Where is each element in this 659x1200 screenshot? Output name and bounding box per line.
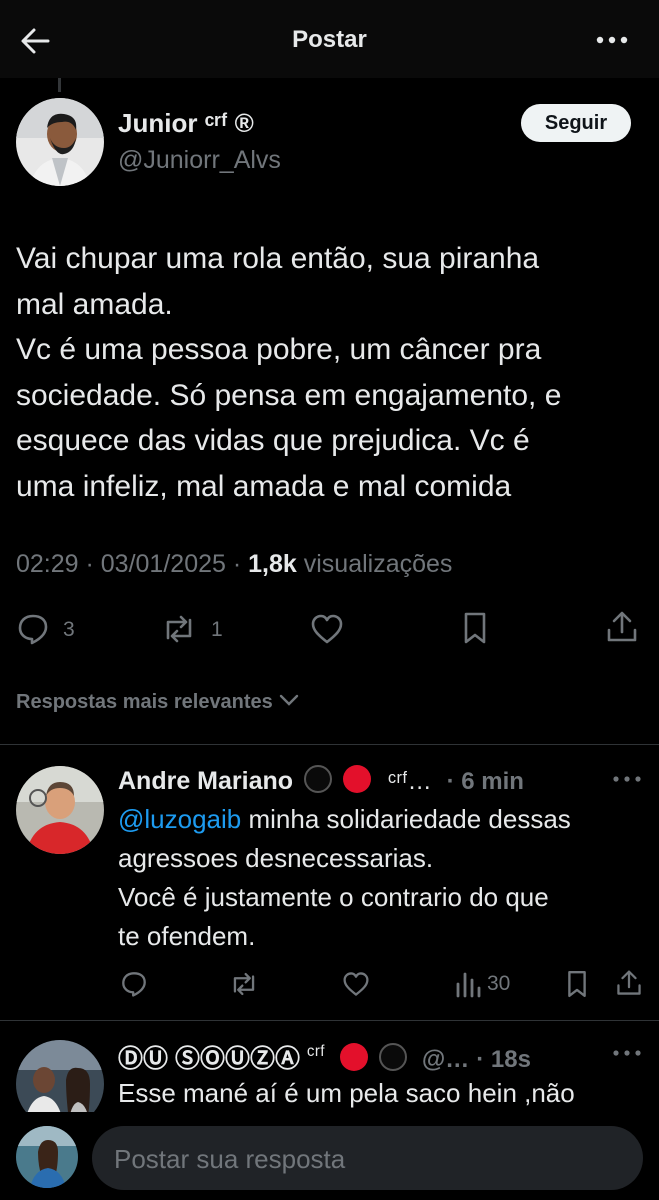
reply-input-placeholder: Postar sua resposta — [114, 1144, 346, 1174]
like-icon[interactable] — [310, 613, 344, 645]
tweet-text: Vai chupar uma rola então, sua piranha m… — [16, 242, 562, 503]
bookmark-icon[interactable] — [462, 611, 488, 645]
author-name[interactable]: Junior ᶜʳᶠ ® — [118, 108, 254, 139]
red-circle-icon — [342, 765, 371, 793]
page-title: Postar — [292, 26, 367, 53]
repost-icon[interactable] — [160, 612, 198, 646]
reply-mention[interactable]: @luzogaib — [118, 804, 241, 834]
views-icon[interactable] — [455, 970, 481, 1003]
follow-button[interactable]: Seguir — [521, 104, 631, 142]
reply-count: 3 — [63, 618, 75, 641]
reply-avatar[interactable] — [16, 766, 104, 854]
reply-author-name[interactable]: Andre Mariano — [118, 767, 293, 795]
chevron-down-icon — [278, 691, 300, 714]
share-icon[interactable] — [616, 968, 642, 1003]
reply-author-row: Andre Mariano ᶜʳᶠ… · 6 min — [118, 765, 524, 796]
author-handle[interactable]: @Juniorr_Alvs — [118, 146, 281, 175]
reply-text: @luzogaib minha solidariedade dessas agr… — [118, 800, 648, 956]
divider — [0, 744, 659, 745]
more-options-icon[interactable] — [594, 26, 634, 54]
reply-author-name[interactable]: ⒹⓊ ⓈⓄⓊⓏⒶ — [118, 1045, 300, 1073]
repost-icon[interactable] — [228, 970, 260, 1003]
views-count[interactable]: 1,8k — [248, 550, 297, 578]
replies-sort-dropdown[interactable]: Respostas mais relevantes — [16, 691, 300, 714]
reply-text: Esse mané aí é um pela saco hein ,não — [118, 1078, 575, 1108]
black-circle-icon — [303, 765, 332, 793]
views-count: 30 — [487, 972, 511, 995]
tweet-meta: 02:29 · 03/01/2025 · 1,8k visualizações — [16, 550, 452, 579]
author-avatar[interactable] — [16, 98, 104, 186]
reply-time[interactable]: · 18s — [476, 1046, 531, 1073]
views-label: visualizações — [296, 550, 453, 578]
tweet-timestamp: 02:29 · 03/01/2025 · — [16, 550, 249, 578]
reply-badges: ᶜʳᶠ… — [387, 768, 432, 795]
thread-connector — [58, 78, 61, 92]
red-circle-icon — [339, 1043, 368, 1071]
sort-label: Respostas mais relevantes — [16, 691, 273, 713]
reply-more-icon[interactable] — [612, 1046, 642, 1065]
reply-icon[interactable] — [120, 970, 148, 1003]
reply-time[interactable]: · 6 min — [447, 768, 524, 795]
reply-icon[interactable] — [16, 612, 50, 646]
reply-badges: ᶜʳᶠ — [306, 1041, 326, 1066]
reply-more-icon[interactable] — [612, 772, 642, 791]
repost-count: 1 — [211, 618, 223, 641]
share-icon[interactable] — [606, 610, 638, 644]
bookmark-icon[interactable] — [566, 969, 588, 1004]
reply-handle[interactable]: @… — [422, 1046, 469, 1073]
my-avatar[interactable] — [16, 1126, 78, 1188]
like-icon[interactable] — [342, 971, 370, 1002]
reply-author-row: ⒹⓊ ⓈⓄⓊⓏⒶ ᶜʳᶠ @… · 18s — [118, 1039, 531, 1075]
divider — [0, 1020, 659, 1021]
black-circle-icon — [378, 1043, 407, 1071]
